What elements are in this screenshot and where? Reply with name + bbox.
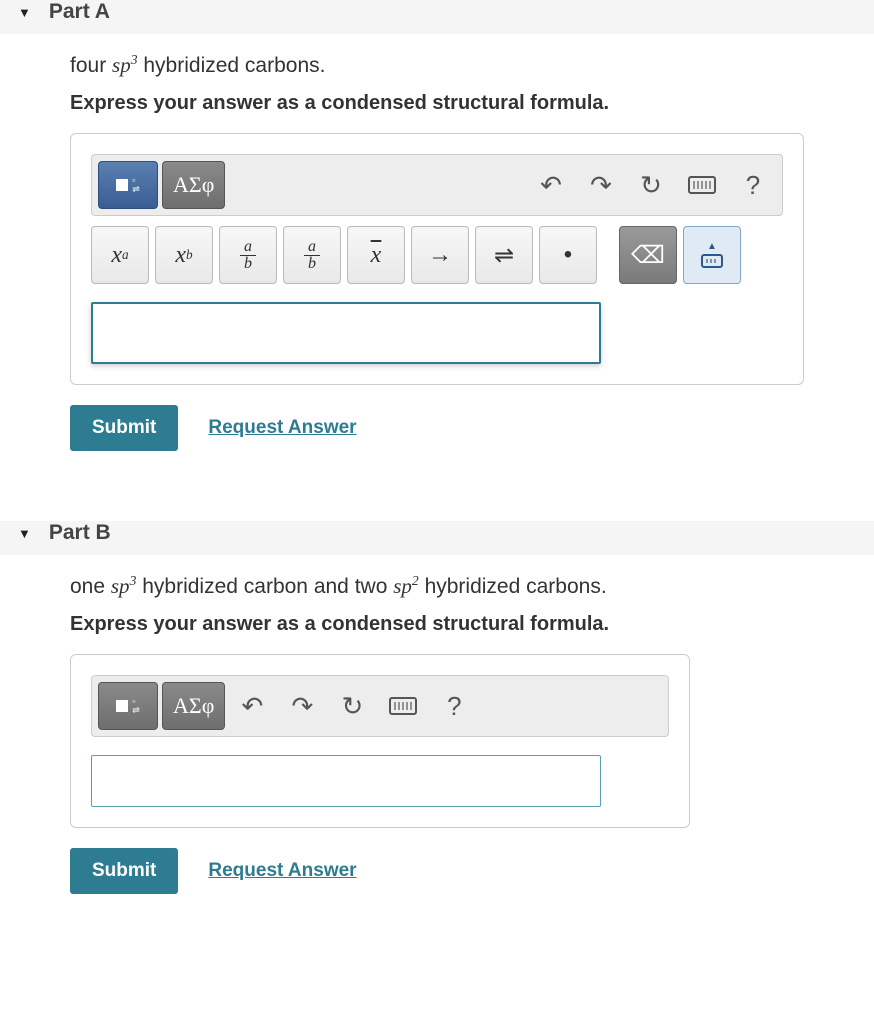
help-button[interactable]: ? bbox=[730, 161, 776, 209]
prompt-text: hybridized carbon and two bbox=[136, 575, 393, 598]
undo-button[interactable]: ↶ bbox=[229, 682, 275, 730]
redo-button[interactable]: ↷ bbox=[279, 682, 325, 730]
part-b-instruction: Express your answer as a condensed struc… bbox=[70, 613, 804, 636]
reset-button[interactable]: ↻ bbox=[329, 682, 375, 730]
overline-button[interactable]: x bbox=[347, 226, 405, 284]
template-icon: ▫⇌ bbox=[116, 697, 140, 715]
part-a-prompt: four sp3 hybridized carbons. bbox=[70, 52, 804, 78]
keyboard-button[interactable] bbox=[678, 161, 726, 209]
redo-button[interactable]: ↷ bbox=[578, 161, 624, 209]
caret-up-icon: ▲ bbox=[707, 242, 717, 252]
keyboard-icon bbox=[688, 176, 716, 194]
undo-icon: ↶ bbox=[241, 691, 263, 722]
editor-toolbar: ▫⇌ ΑΣφ ↶ ↷ ↻ ? bbox=[91, 675, 669, 737]
equilibrium-icon: ⇌ bbox=[494, 241, 514, 270]
help-button[interactable]: ? bbox=[431, 682, 477, 730]
submit-button[interactable]: Submit bbox=[70, 405, 178, 451]
sp2-math: sp2 bbox=[393, 574, 419, 598]
editor-toolbar: ▫⇌ ΑΣφ ↶ ↷ ↻ ? bbox=[91, 154, 783, 216]
math-sup: 3 bbox=[131, 52, 138, 67]
keyboard-button[interactable] bbox=[379, 682, 427, 730]
backspace-button[interactable]: ⌫ bbox=[619, 226, 677, 284]
equilibrium-button[interactable]: ⇌ bbox=[475, 226, 533, 284]
right-arrow-button[interactable]: → bbox=[411, 226, 469, 284]
math-base: sp bbox=[393, 574, 412, 598]
part-a-header[interactable]: ▼ Part A bbox=[0, 0, 874, 34]
part-a-title: Part A bbox=[49, 0, 110, 24]
part-b-title: Part B bbox=[49, 521, 111, 545]
request-answer-link[interactable]: Request Answer bbox=[208, 860, 356, 882]
submit-button[interactable]: Submit bbox=[70, 848, 178, 894]
chevron-down-icon: ▼ bbox=[18, 526, 31, 541]
slanted-fraction-button[interactable]: ab bbox=[283, 226, 341, 284]
sp3-math: sp3 bbox=[111, 574, 137, 598]
backspace-icon: ⌫ bbox=[631, 241, 665, 270]
math-subtoolbar: xa xb ab ab x → ⇌ • ⌫ ▲ bbox=[91, 226, 783, 284]
help-icon: ? bbox=[447, 691, 461, 722]
prompt-text: four bbox=[70, 54, 112, 77]
part-a-answer-input[interactable] bbox=[91, 302, 601, 364]
chemistry-templates-button[interactable]: ▫⇌ bbox=[98, 682, 158, 730]
math-base: sp bbox=[112, 53, 131, 77]
part-b-editor: ▫⇌ ΑΣφ ↶ ↷ ↻ ? bbox=[70, 654, 690, 828]
redo-icon: ↷ bbox=[590, 170, 612, 201]
part-a-instruction: Express your answer as a condensed struc… bbox=[70, 92, 804, 115]
chevron-down-icon: ▼ bbox=[18, 5, 31, 20]
chemistry-templates-button[interactable]: ▫⇌ bbox=[98, 161, 158, 209]
keyboard-icon bbox=[389, 697, 417, 715]
prompt-text: hybridized carbons. bbox=[419, 575, 607, 598]
prompt-text: one bbox=[70, 575, 111, 598]
undo-icon: ↶ bbox=[540, 170, 562, 201]
greek-symbols-button[interactable]: ΑΣφ bbox=[162, 682, 225, 730]
keyboard-collapse-button[interactable]: ▲ bbox=[683, 226, 741, 284]
part-b-actions: Submit Request Answer bbox=[70, 848, 804, 894]
part-a-actions: Submit Request Answer bbox=[70, 405, 804, 451]
math-sup: 2 bbox=[412, 573, 419, 588]
reset-icon: ↻ bbox=[640, 170, 662, 201]
help-icon: ? bbox=[746, 170, 760, 201]
redo-icon: ↷ bbox=[291, 691, 313, 722]
dot-button[interactable]: • bbox=[539, 226, 597, 284]
dot-icon: • bbox=[564, 241, 572, 269]
reset-icon: ↻ bbox=[341, 691, 363, 722]
greek-symbols-button[interactable]: ΑΣφ bbox=[162, 161, 225, 209]
superscript-button[interactable]: xa bbox=[91, 226, 149, 284]
request-answer-link[interactable]: Request Answer bbox=[208, 417, 356, 439]
undo-button[interactable]: ↶ bbox=[528, 161, 574, 209]
part-a-editor: ▫⇌ ΑΣφ ↶ ↷ ↻ ? xa xb bbox=[70, 133, 804, 385]
part-b-header[interactable]: ▼ Part B bbox=[0, 521, 874, 555]
prompt-text: hybridized carbons. bbox=[138, 54, 326, 77]
part-a-body: four sp3 hybridized carbons. Express you… bbox=[0, 34, 874, 491]
part-b-answer-input[interactable] bbox=[91, 755, 601, 807]
greek-label: ΑΣφ bbox=[173, 693, 214, 719]
math-base: sp bbox=[111, 574, 130, 598]
template-icon: ▫⇌ bbox=[116, 176, 140, 194]
stacked-fraction-button[interactable]: ab bbox=[219, 226, 277, 284]
greek-label: ΑΣφ bbox=[173, 172, 214, 198]
subscript-button[interactable]: xb bbox=[155, 226, 213, 284]
sp3-math: sp3 bbox=[112, 53, 138, 77]
arrow-icon: → bbox=[428, 241, 452, 269]
part-b-body: one sp3 hybridized carbon and two sp2 hy… bbox=[0, 555, 874, 934]
reset-button[interactable]: ↻ bbox=[628, 161, 674, 209]
part-b-prompt: one sp3 hybridized carbon and two sp2 hy… bbox=[70, 573, 804, 599]
keyboard-icon bbox=[701, 254, 723, 268]
